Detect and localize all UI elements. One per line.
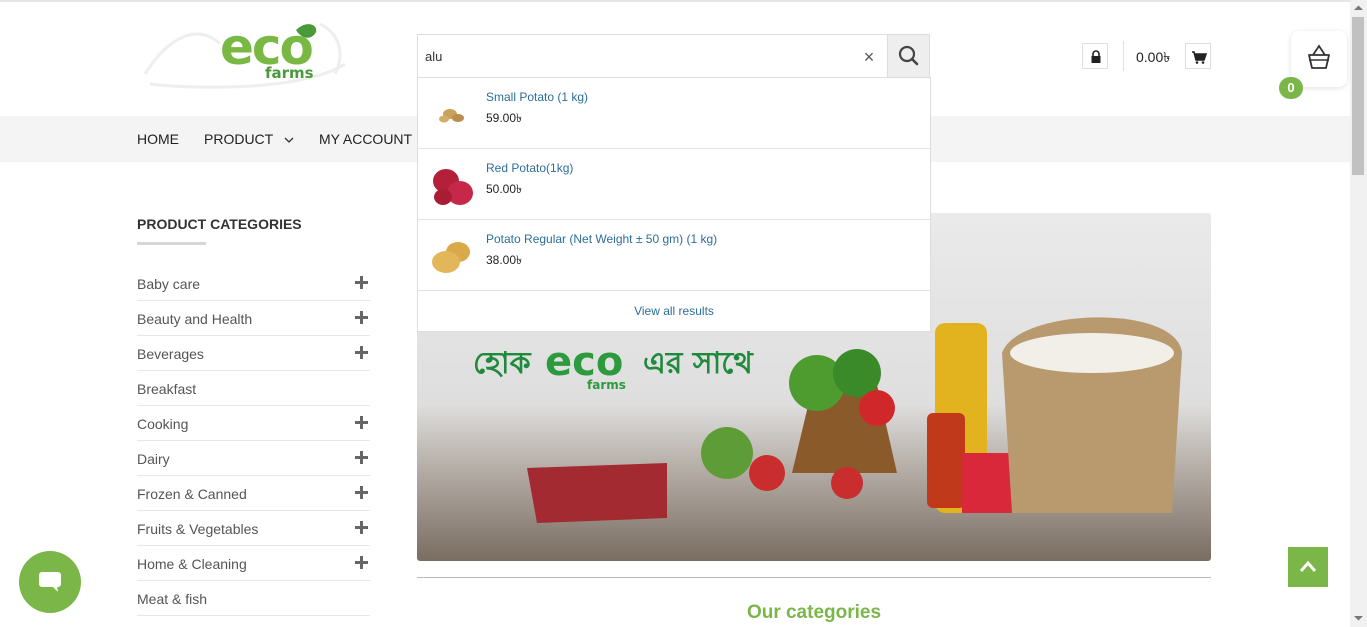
top-border — [0, 0, 1367, 2]
plus-icon[interactable] — [355, 346, 368, 359]
logo-leaf-icon — [296, 24, 317, 38]
nav-home[interactable]: HOME — [137, 131, 179, 147]
account-button[interactable] — [1082, 43, 1108, 69]
cart-button[interactable] — [1185, 43, 1211, 69]
plus-icon[interactable] — [355, 521, 368, 534]
section-title: Our categories — [746, 602, 882, 623]
header-divider — [1123, 41, 1124, 71]
category-dairy[interactable]: Dairy — [137, 441, 370, 476]
clear-search-icon[interactable]: × — [858, 46, 880, 68]
banner-tomato — [749, 455, 785, 491]
plus-icon[interactable] — [355, 311, 368, 324]
product-price: 50.00৳ — [486, 182, 523, 196]
product-name[interactable]: Red Potato(1kg) — [486, 161, 573, 175]
banner-rice — [1010, 333, 1174, 373]
floating-cart-button[interactable] — [1291, 31, 1347, 87]
category-baby-care[interactable]: Baby care — [137, 266, 370, 301]
category-label: Fruits & Vegetables — [137, 521, 259, 537]
category-cooking[interactable]: Cooking — [137, 406, 370, 441]
banner-sauce-bottle — [927, 413, 965, 508]
category-label: Home & Cleaning — [137, 556, 247, 572]
search-input[interactable] — [418, 35, 858, 77]
floating-cart-count-badge: 0 — [1279, 77, 1303, 99]
nav-product[interactable]: PRODUCT — [204, 131, 273, 147]
category-breakfast[interactable]: Breakfast — [137, 371, 370, 406]
cart-total[interactable]: 0.00৳ — [1136, 46, 1170, 70]
search-result-item[interactable]: Potato Regular (Net Weight ± 50 gm) (1 k… — [418, 220, 930, 291]
lock-icon — [1091, 50, 1101, 63]
product-name[interactable]: Potato Regular (Net Weight ± 50 gm) (1 k… — [486, 232, 717, 246]
category-label: Dairy — [137, 451, 170, 467]
chat-bubble-icon — [39, 572, 61, 592]
view-all-results-link[interactable]: View all results — [418, 304, 930, 318]
search-result-item[interactable]: Red Potato(1kg) 50.00৳ — [418, 149, 930, 220]
plus-icon[interactable] — [355, 276, 368, 289]
category-label: Beauty and Health — [137, 311, 253, 327]
banner-headline-brand-sub: farms — [587, 378, 626, 392]
category-label: Breakfast — [137, 381, 197, 397]
product-thumbnail — [432, 242, 470, 273]
banner-pepper — [859, 390, 895, 426]
search-icon — [898, 45, 919, 66]
sidebar-title: PRODUCT CATEGORIES — [137, 216, 302, 232]
site-logo[interactable]: eco farms — [140, 14, 350, 90]
category-label: Beverages — [137, 346, 204, 362]
category-beverages[interactable]: Beverages — [137, 336, 370, 371]
chevron-down-icon[interactable] — [284, 136, 294, 144]
category-home-cleaning[interactable]: Home & Cleaning — [137, 546, 370, 581]
scroll-down-arrow-icon[interactable] — [1353, 614, 1364, 622]
search-button[interactable] — [887, 35, 929, 77]
banner-spice-pack — [962, 453, 1017, 513]
sidebar-title-underline — [137, 242, 206, 245]
banner-cabbage — [701, 427, 753, 479]
scroll-up-arrow-icon[interactable] — [1353, 4, 1364, 12]
plus-icon[interactable] — [355, 416, 368, 429]
product-price: 59.00৳ — [486, 111, 523, 125]
plus-icon[interactable] — [355, 486, 368, 499]
section-divider — [417, 577, 1211, 578]
category-label: Baby care — [137, 276, 201, 292]
category-beauty-and-health[interactable]: Beauty and Health — [137, 301, 370, 336]
nav-my-account[interactable]: MY ACCOUNT — [319, 131, 412, 147]
back-to-top-button[interactable] — [1288, 547, 1328, 587]
scrollbar-thumb[interactable] — [1352, 17, 1364, 175]
plus-icon[interactable] — [355, 451, 368, 464]
search-bar: × — [417, 34, 930, 78]
banner-headline-left: হোক — [473, 346, 532, 381]
category-fruits-vegetables[interactable]: Fruits & Vegetables — [137, 511, 370, 546]
product-thumbnail — [439, 109, 464, 123]
product-thumbnail — [433, 169, 473, 205]
category-label: Cooking — [137, 416, 189, 432]
search-results-dropdown: Small Potato (1 kg) 59.00৳ Red Potato(1k… — [417, 77, 931, 332]
product-price: 38.00৳ — [486, 253, 523, 267]
basket-icon — [1308, 44, 1330, 69]
banner-headline-right: এর সাথে — [643, 346, 754, 381]
banner-meat — [527, 463, 667, 523]
product-name[interactable]: Small Potato (1 kg) — [486, 90, 588, 104]
chat-button[interactable] — [19, 551, 81, 613]
logo-farms-text: farms — [265, 64, 314, 82]
banner-tomato — [831, 467, 863, 499]
banner-broccoli — [833, 349, 881, 397]
plus-icon[interactable] — [355, 556, 368, 569]
category-frozen-canned[interactable]: Frozen & Canned — [137, 476, 370, 511]
cart-icon — [1192, 51, 1208, 64]
arrow-up-icon — [1299, 560, 1317, 572]
search-result-item[interactable]: Small Potato (1 kg) 59.00৳ — [418, 78, 930, 149]
category-label: Frozen & Canned — [137, 486, 247, 502]
